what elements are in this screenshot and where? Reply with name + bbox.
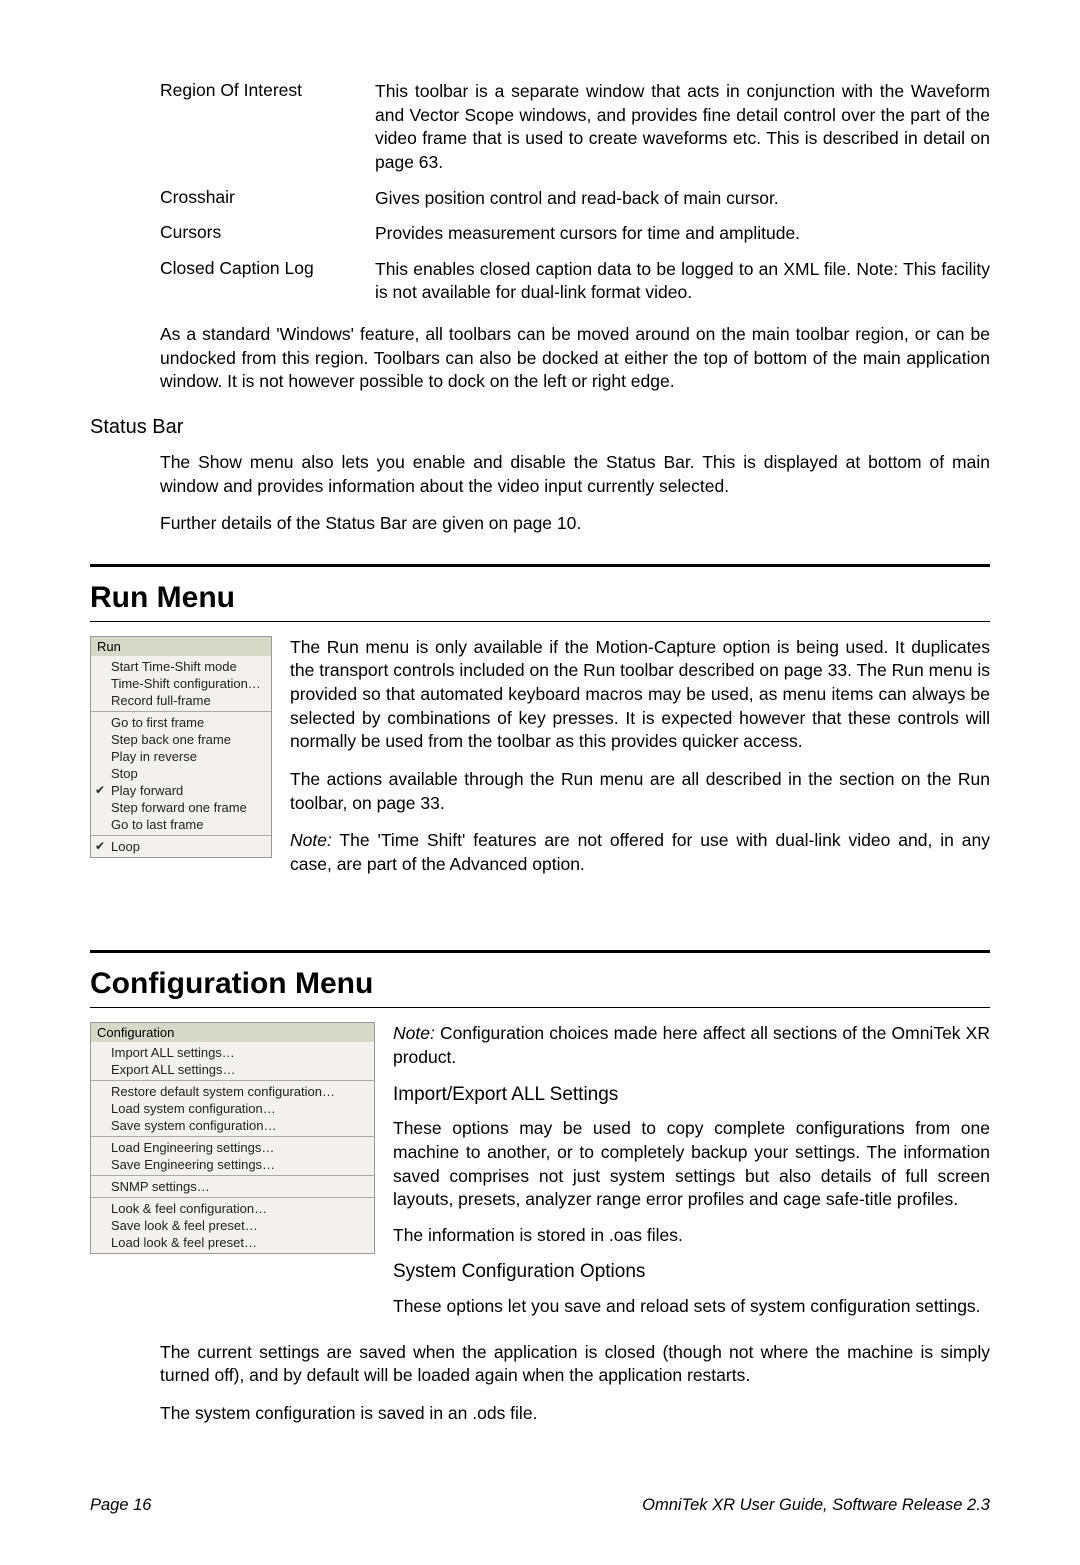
menu-item[interactable]: Save Engineering settings… bbox=[91, 1156, 374, 1173]
run-menu-heading: Run Menu bbox=[90, 581, 990, 615]
menu-item[interactable]: Start Time-Shift mode bbox=[91, 658, 271, 675]
menu-item[interactable]: Step forward one frame bbox=[91, 799, 271, 816]
config-p3: These options let you save and reload se… bbox=[393, 1295, 990, 1319]
config-note: Note: Configuration choices made here af… bbox=[393, 1022, 990, 1069]
menu-item[interactable]: Stop bbox=[91, 765, 271, 782]
toolbar-desc: Gives position control and read-back of … bbox=[375, 187, 990, 211]
menu-item[interactable]: Look & feel configuration… bbox=[91, 1200, 374, 1217]
status-p1: The Show menu also lets you enable and d… bbox=[160, 451, 990, 498]
divider bbox=[90, 1007, 990, 1008]
menu-item[interactable]: Record full-frame bbox=[91, 692, 271, 709]
footer-doc-title: OmniTek XR User Guide, Software Release … bbox=[642, 1496, 990, 1515]
toolbar-label: Cursors bbox=[160, 222, 375, 246]
note-label: Note: bbox=[393, 1023, 435, 1043]
menu-item[interactable]: SNMP settings… bbox=[91, 1178, 374, 1195]
import-export-heading: Import/Export ALL Settings bbox=[393, 1082, 990, 1108]
menu-item[interactable]: Step back one frame bbox=[91, 731, 271, 748]
config-p4: The current settings are saved when the … bbox=[160, 1341, 990, 1388]
toolbar-row: Cursors Provides measurement cursors for… bbox=[160, 222, 990, 246]
note-text: The 'Time Shift' features are not offere… bbox=[290, 830, 990, 874]
config-p2: The information is stored in .oas files. bbox=[393, 1224, 990, 1248]
config-p5: The system configuration is saved in an … bbox=[160, 1402, 990, 1426]
menu-item[interactable]: Export ALL settings… bbox=[91, 1061, 374, 1078]
toolbar-desc: This enables closed caption data to be l… bbox=[375, 258, 990, 305]
toolbar-label: Crosshair bbox=[160, 187, 375, 211]
menu-item-checked[interactable]: Play forward bbox=[91, 782, 271, 799]
menu-item[interactable]: Go to last frame bbox=[91, 816, 271, 833]
toolbar-row: Region Of Interest This toolbar is a sep… bbox=[160, 80, 990, 175]
footer-page-number: Page 16 bbox=[90, 1496, 151, 1515]
toolbar-definitions: Region Of Interest This toolbar is a sep… bbox=[160, 80, 990, 305]
menu-item[interactable]: Restore default system configuration… bbox=[91, 1083, 374, 1100]
toolbar-desc: This toolbar is a separate window that a… bbox=[375, 80, 990, 175]
run-note: Note: The 'Time Shift' features are not … bbox=[290, 829, 990, 876]
toolbar-row: Crosshair Gives position control and rea… bbox=[160, 187, 990, 211]
divider bbox=[90, 564, 990, 567]
status-p2: Further details of the Status Bar are gi… bbox=[160, 512, 990, 536]
config-menu-screenshot: Configuration Import ALL settings… Expor… bbox=[90, 1022, 375, 1254]
menu-item[interactable]: Load look & feel preset… bbox=[91, 1234, 374, 1251]
divider bbox=[90, 950, 990, 953]
toolbar-footer-text: As a standard 'Windows' feature, all too… bbox=[160, 323, 990, 394]
page-footer: Page 16 OmniTek XR User Guide, Software … bbox=[90, 1496, 990, 1515]
menu-item[interactable]: Save system configuration… bbox=[91, 1117, 374, 1134]
toolbar-label: Region Of Interest bbox=[160, 80, 375, 175]
menu-item[interactable]: Save look & feel preset… bbox=[91, 1217, 374, 1234]
note-label: Note: bbox=[290, 830, 332, 850]
toolbar-desc: Provides measurement cursors for time an… bbox=[375, 222, 990, 246]
config-text-column: Note: Configuration choices made here af… bbox=[393, 1022, 990, 1330]
menu-title: Configuration bbox=[91, 1023, 374, 1042]
divider bbox=[90, 621, 990, 622]
status-bar-heading: Status Bar bbox=[90, 416, 990, 439]
run-p2: The actions available through the Run me… bbox=[290, 768, 990, 815]
toolbar-row: Closed Caption Log This enables closed c… bbox=[160, 258, 990, 305]
menu-item[interactable]: Time-Shift configuration… bbox=[91, 675, 271, 692]
system-config-heading: System Configuration Options bbox=[393, 1259, 990, 1285]
toolbar-label: Closed Caption Log bbox=[160, 258, 375, 305]
menu-item-checked[interactable]: Loop bbox=[91, 838, 271, 855]
run-p1: The Run menu is only available if the Mo… bbox=[290, 636, 990, 754]
menu-item[interactable]: Load Engineering settings… bbox=[91, 1139, 374, 1156]
menu-item[interactable]: Load system configuration… bbox=[91, 1100, 374, 1117]
configuration-menu-heading: Configuration Menu bbox=[90, 967, 990, 1001]
menu-title: Run bbox=[91, 637, 271, 656]
menu-item[interactable]: Play in reverse bbox=[91, 748, 271, 765]
config-p1: These options may be used to copy comple… bbox=[393, 1117, 990, 1212]
run-text-column: The Run menu is only available if the Mo… bbox=[290, 636, 990, 891]
note-text: Configuration choices made here affect a… bbox=[393, 1023, 990, 1067]
run-menu-screenshot: Run Start Time-Shift mode Time-Shift con… bbox=[90, 636, 272, 858]
menu-item[interactable]: Import ALL settings… bbox=[91, 1044, 374, 1061]
menu-item[interactable]: Go to first frame bbox=[91, 714, 271, 731]
